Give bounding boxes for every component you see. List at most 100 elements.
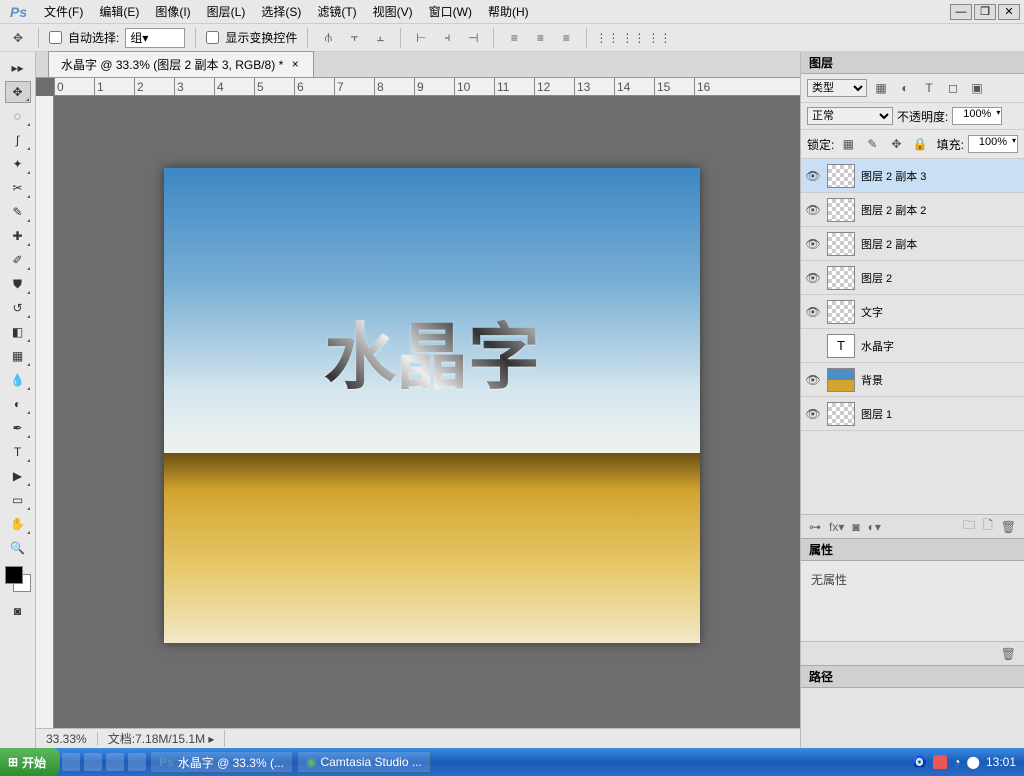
layer-row[interactable]: 👁文字: [801, 295, 1024, 329]
layer-row[interactable]: 👁图层 2: [801, 261, 1024, 295]
marquee-tool[interactable]: ◌: [5, 105, 31, 127]
menu-view[interactable]: 视图(V): [365, 1, 421, 22]
quicklaunch-1[interactable]: [62, 753, 80, 771]
tray-clock[interactable]: 13:01: [986, 755, 1016, 769]
crop-tool[interactable]: ✂: [5, 177, 31, 199]
hand-tool[interactable]: ✋: [5, 513, 31, 535]
layer-fx-icon[interactable]: fx▾: [829, 520, 844, 534]
stamp-tool[interactable]: ⛊: [5, 273, 31, 295]
quicklaunch-2[interactable]: [84, 753, 102, 771]
minimize-button[interactable]: —: [950, 4, 972, 20]
layer-thumbnail[interactable]: [827, 232, 855, 256]
doc-size[interactable]: 文档:7.18M/15.1M ▸: [98, 730, 226, 747]
tray-icon-3[interactable]: ◔: [953, 755, 960, 769]
visibility-toggle[interactable]: [805, 338, 821, 354]
adjustment-layer-icon[interactable]: ◐▾: [868, 520, 881, 534]
menu-filter[interactable]: 滤镜(T): [309, 1, 364, 22]
layer-thumbnail[interactable]: T: [827, 334, 855, 358]
canvas[interactable]: 水晶字: [164, 168, 700, 643]
quicklaunch-3[interactable]: [106, 753, 124, 771]
foreground-color[interactable]: [5, 566, 23, 584]
layer-list[interactable]: 👁图层 2 副本 3👁图层 2 副本 2👁图层 2 副本👁图层 2👁文字T水晶字…: [801, 159, 1024, 514]
props-delete-icon[interactable]: 🗑: [1001, 647, 1016, 661]
color-swatches[interactable]: [5, 566, 31, 592]
layer-thumbnail[interactable]: [827, 198, 855, 222]
align-left-icon[interactable]: ⊢: [411, 28, 431, 48]
lock-all-icon[interactable]: 🔒: [910, 134, 930, 154]
align-right-icon[interactable]: ⊣: [463, 28, 483, 48]
layer-row[interactable]: T水晶字: [801, 329, 1024, 363]
tab-close-icon[interactable]: ×: [289, 59, 301, 71]
layer-mask-icon[interactable]: ◙: [852, 520, 859, 534]
shape-tool[interactable]: ▭: [5, 489, 31, 511]
align-top-icon[interactable]: ⫛: [318, 28, 338, 48]
fill-value[interactable]: 100%: [968, 135, 1018, 153]
blend-mode-select[interactable]: 正常: [807, 107, 893, 125]
quickmask-toggle[interactable]: ◙: [5, 600, 31, 622]
visibility-toggle[interactable]: 👁: [805, 372, 821, 388]
paths-panel-tab[interactable]: 路径: [801, 666, 1024, 688]
quicklaunch-4[interactable]: [128, 753, 146, 771]
tray-icon-1[interactable]: 🧿: [912, 755, 927, 769]
menu-layer[interactable]: 图层(L): [199, 1, 254, 22]
layer-thumbnail[interactable]: [827, 300, 855, 324]
lock-pixels-icon[interactable]: ▦: [838, 134, 858, 154]
align-vcenter-icon[interactable]: ⫟: [344, 28, 364, 48]
taskbar-item-photoshop[interactable]: Ps 水晶字 @ 33.3% (...: [150, 751, 293, 773]
menu-help[interactable]: 帮助(H): [480, 1, 537, 22]
eyedropper-tool[interactable]: ✎: [5, 201, 31, 223]
filter-adjust-icon[interactable]: ◐: [895, 78, 915, 98]
lock-move-icon[interactable]: ✥: [886, 134, 906, 154]
layer-thumbnail[interactable]: [827, 164, 855, 188]
start-button[interactable]: ⊞ 开始: [0, 748, 60, 776]
visibility-toggle[interactable]: 👁: [805, 168, 821, 184]
lock-position-icon[interactable]: ✎: [862, 134, 882, 154]
gradient-tool[interactable]: ▦: [5, 345, 31, 367]
visibility-toggle[interactable]: 👁: [805, 236, 821, 252]
menu-file[interactable]: 文件(F): [36, 1, 91, 22]
type-tool[interactable]: T: [5, 441, 31, 463]
distribute-1-icon[interactable]: ≡: [504, 28, 524, 48]
new-group-icon[interactable]: 🗀: [963, 516, 975, 537]
heal-tool[interactable]: ✚: [5, 225, 31, 247]
brush-tool[interactable]: ✐: [5, 249, 31, 271]
menu-window[interactable]: 窗口(W): [421, 1, 480, 22]
layer-row[interactable]: 👁图层 2 副本: [801, 227, 1024, 261]
layer-row[interactable]: 👁图层 1: [801, 397, 1024, 431]
layer-row[interactable]: 👁背景: [801, 363, 1024, 397]
move-tool[interactable]: ✥: [5, 81, 31, 103]
auto-select-checkbox[interactable]: [49, 31, 62, 44]
eraser-tool[interactable]: ◧: [5, 321, 31, 343]
properties-panel-tab[interactable]: 属性: [801, 539, 1024, 561]
filter-shape-icon[interactable]: ◻: [943, 78, 963, 98]
zoom-level[interactable]: 33.33%: [36, 732, 98, 746]
distribute-6-icon[interactable]: ⋮⋮: [649, 28, 669, 48]
auto-select-target[interactable]: 组 ▾: [125, 28, 185, 48]
layers-panel-tab[interactable]: 图层: [801, 52, 1024, 74]
zoom-tool[interactable]: 🔍: [5, 537, 31, 559]
opacity-value[interactable]: 100%: [952, 107, 1002, 125]
distribute-3-icon[interactable]: ≡: [556, 28, 576, 48]
distribute-5-icon[interactable]: ⋮⋮: [623, 28, 643, 48]
delete-layer-icon[interactable]: 🗑: [1001, 520, 1016, 534]
layer-thumbnail[interactable]: [827, 266, 855, 290]
taskbar-item-camtasia[interactable]: ◉ Camtasia Studio ...: [297, 751, 431, 773]
layer-row[interactable]: 👁图层 2 副本 3: [801, 159, 1024, 193]
lasso-tool[interactable]: ʃ: [5, 129, 31, 151]
blur-tool[interactable]: 💧: [5, 369, 31, 391]
history-brush-tool[interactable]: ↺: [5, 297, 31, 319]
menu-edit[interactable]: 编辑(E): [91, 1, 147, 22]
filter-smart-icon[interactable]: ▣: [967, 78, 987, 98]
wand-tool[interactable]: ✦: [5, 153, 31, 175]
menu-image[interactable]: 图像(I): [147, 1, 198, 22]
pen-tool[interactable]: ✒: [5, 417, 31, 439]
collapse-tools-icon[interactable]: ▸▸: [5, 57, 31, 79]
path-select-tool[interactable]: ▶: [5, 465, 31, 487]
layer-row[interactable]: 👁图层 2 副本 2: [801, 193, 1024, 227]
visibility-toggle[interactable]: 👁: [805, 304, 821, 320]
align-bottom-icon[interactable]: ⫠: [370, 28, 390, 48]
visibility-toggle[interactable]: 👁: [805, 202, 821, 218]
layer-thumbnail[interactable]: [827, 368, 855, 392]
tray-icon-4[interactable]: ⬤: [967, 755, 980, 769]
filter-pixel-icon[interactable]: ▦: [871, 78, 891, 98]
